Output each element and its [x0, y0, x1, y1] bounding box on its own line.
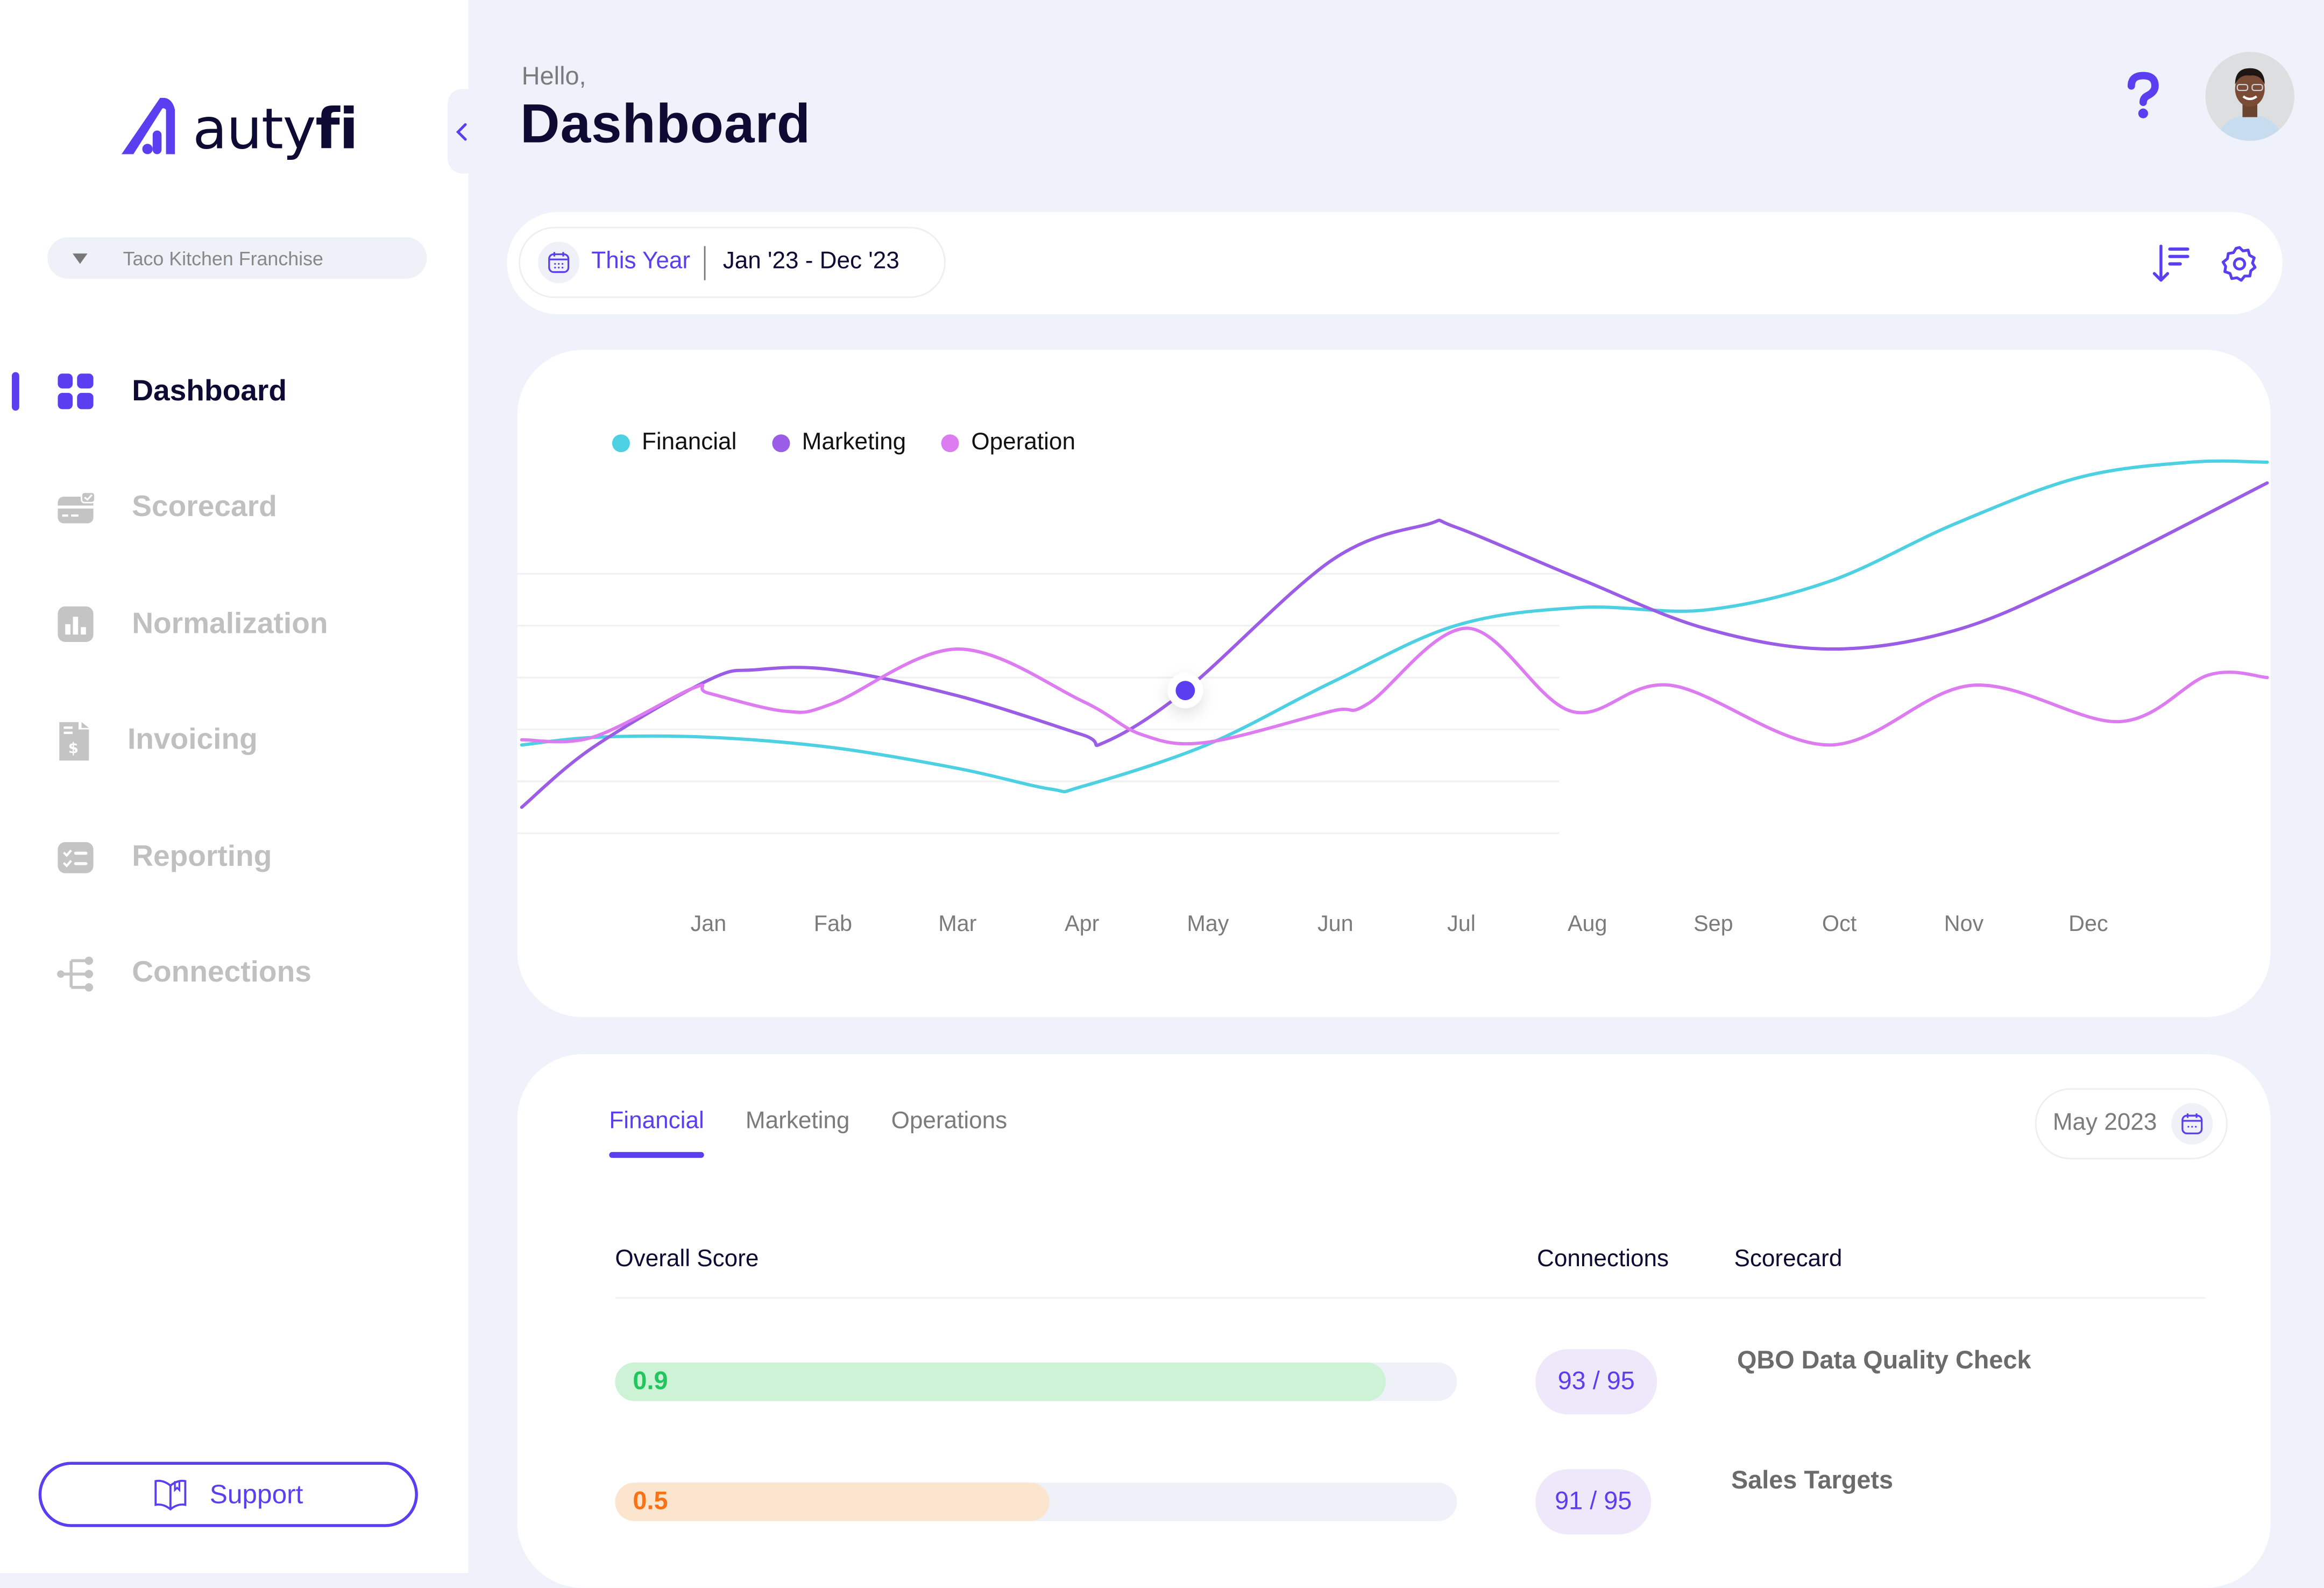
chevron-left-icon — [456, 122, 467, 140]
range-divider — [703, 245, 705, 280]
svg-text:$: $ — [68, 739, 79, 757]
support-button[interactable]: Support — [38, 1462, 418, 1527]
score-bar-track: 0.5 — [615, 1483, 1457, 1521]
date-range-picker[interactable]: This Year Jan '23 - Dec '23 — [519, 227, 946, 298]
sidebar-item-label: Connections — [132, 956, 311, 990]
score-bar-fill — [615, 1483, 1049, 1521]
active-indicator — [12, 372, 19, 411]
x-axis-labels: Jan Fab Mar Apr May Jun Jul Aug Sep Oct Nov Dec — [691, 911, 2108, 936]
sort-button[interactable] — [2152, 243, 2191, 285]
avatar-photo — [2205, 52, 2294, 141]
x-tick-label: Jul — [1447, 911, 1476, 936]
range-preset-label: This Year — [591, 249, 691, 274]
x-tick-label: Oct — [1822, 911, 1857, 936]
x-tick-label: Aug — [1568, 911, 1607, 936]
sidebar-item-normalization[interactable]: Normalization — [0, 566, 469, 682]
x-tick-label: May — [1187, 911, 1229, 936]
series-line-operation — [520, 626, 2269, 747]
invoice-icon: $ — [59, 722, 89, 760]
sidebar-item-label: Invoicing — [127, 724, 258, 757]
question-mark-icon — [2127, 72, 2159, 118]
sidebar-item-label: Reporting — [132, 840, 272, 873]
logo: autyfi — [121, 97, 358, 157]
calendar-icon-wrap — [538, 242, 580, 284]
sidebar: autyfi Taco Kitchen Franchise Dashboard — [0, 0, 469, 1573]
x-tick-label: Mar — [938, 911, 976, 936]
support-label: Support — [209, 1479, 303, 1509]
scorecard-link[interactable]: Sales Targets — [1731, 1466, 1893, 1496]
x-tick-label: Apr — [1065, 911, 1100, 936]
scores-card: Financial Marketing Operations May 2023 … — [517, 1054, 2271, 1588]
connections-icon — [57, 956, 94, 991]
sort-descending-icon — [2152, 244, 2190, 282]
organization-selector[interactable]: Taco Kitchen Franchise — [47, 237, 427, 279]
tab-financial[interactable]: Financial — [609, 1109, 704, 1158]
grid-icon — [58, 373, 94, 410]
score-bar-track: 0.9 — [615, 1362, 1457, 1401]
sidebar-item-reporting[interactable]: Reporting — [0, 799, 469, 915]
collapse-sidebar-button[interactable] — [448, 89, 478, 174]
tab-operations[interactable]: Operations — [891, 1109, 1008, 1156]
connections-badge[interactable]: 93 / 95 — [1535, 1349, 1657, 1415]
table-row: 0.9 93 / 95 QBO Data Quality Check — [518, 1346, 2271, 1435]
sidebar-item-invoicing[interactable]: $ Invoicing — [0, 683, 469, 799]
sidebar-item-scorecard[interactable]: Scorecard — [0, 450, 469, 566]
bar-chart-icon — [58, 606, 94, 643]
user-avatar[interactable] — [2205, 52, 2294, 141]
table-divider — [615, 1297, 2206, 1299]
app-root: autyfi Taco Kitchen Franchise Dashboard — [0, 0, 2324, 1588]
range-value: Jan '23 - Dec '23 — [722, 249, 899, 274]
caret-down-icon — [72, 252, 88, 264]
sidebar-item-label: Dashboard — [132, 375, 287, 407]
organization-name: Taco Kitchen Franchise — [123, 246, 323, 270]
scorecard-icon — [58, 491, 95, 523]
settings-button[interactable] — [2219, 243, 2260, 285]
month-picker[interactable]: May 2023 — [2035, 1088, 2228, 1160]
x-tick-label: Jan — [691, 911, 727, 936]
calendar-icon — [548, 252, 570, 273]
score-bar-fill — [615, 1362, 1386, 1401]
help-button[interactable] — [2122, 71, 2164, 122]
connections-badge[interactable]: 91 / 95 — [1535, 1469, 1652, 1535]
series-line-marketing — [520, 481, 2269, 809]
calendar-icon-wrap — [2171, 1103, 2214, 1145]
score-value: 0.9 — [633, 1367, 668, 1395]
checklist-icon — [58, 842, 94, 874]
highlight-point — [1167, 673, 1203, 709]
x-tick-label: Fab — [814, 911, 852, 936]
logo-mark-icon — [121, 97, 175, 154]
x-tick-label: Sep — [1694, 911, 1733, 936]
x-tick-label: Dec — [2068, 911, 2108, 936]
sidebar-nav: Dashboard Scorecard Normalization $ Invo… — [0, 334, 469, 1032]
highlight-dot[interactable] — [1175, 681, 1195, 701]
grid-lines — [517, 573, 1560, 835]
x-tick-label: Jun — [1317, 911, 1354, 936]
column-header-scorecard: Scorecard — [1734, 1247, 1843, 1272]
category-tabs: Financial Marketing Operations — [609, 1109, 1048, 1158]
greeting: Hello, — [521, 62, 586, 91]
gear-icon — [2221, 246, 2257, 282]
date-toolbar: This Year Jan '23 - Dec '23 — [507, 211, 2283, 315]
book-icon — [155, 1479, 187, 1511]
score-value: 0.5 — [633, 1487, 668, 1515]
column-header-overall-score: Overall Score — [615, 1247, 759, 1272]
series-lines — [520, 459, 2269, 809]
tab-marketing[interactable]: Marketing — [746, 1109, 850, 1156]
calendar-icon — [2181, 1113, 2203, 1134]
logo-text-accent: fi — [315, 96, 358, 162]
x-tick-label: Nov — [1944, 911, 1984, 936]
sidebar-item-connections[interactable]: Connections — [0, 915, 469, 1032]
sidebar-item-label: Normalization — [132, 607, 328, 640]
line-chart: Jan Fab Mar Apr May Jun Jul Aug Sep Oct Nov Dec — [517, 459, 2269, 936]
scorecard-link[interactable]: QBO Data Quality Check — [1737, 1346, 2031, 1376]
trend-chart-card: Financial Marketing Operation Jan Fab Mar A… — [517, 350, 2271, 1017]
sidebar-item-label: Scorecard — [132, 491, 277, 524]
logo-text-main: auty — [193, 96, 316, 162]
sidebar-item-dashboard[interactable]: Dashboard — [0, 334, 469, 450]
page-title: Dashboard — [520, 93, 811, 154]
column-header-connections: Connections — [1537, 1247, 1669, 1272]
logo-text: autyfi — [193, 101, 358, 157]
month-value: May 2023 — [2052, 1110, 2157, 1136]
table-row: 0.5 91 / 95 Sales Targets — [518, 1466, 2271, 1555]
